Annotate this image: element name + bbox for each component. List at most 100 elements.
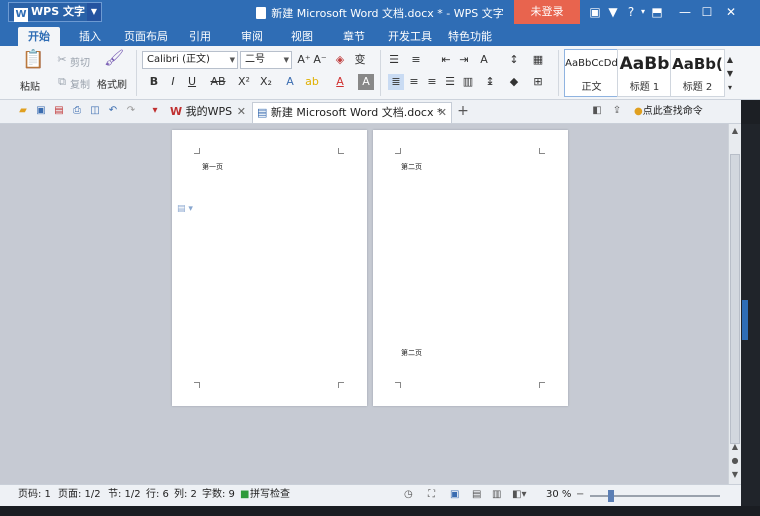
font-size-select[interactable]: 二号 ▼ bbox=[240, 51, 292, 69]
text-effect-icon[interactable]: A bbox=[282, 74, 298, 90]
underline-button[interactable]: U bbox=[184, 74, 200, 90]
copy-button[interactable]: 复制 bbox=[70, 76, 90, 91]
format-painter-button[interactable]: 格式刷 bbox=[97, 76, 127, 91]
status-word-count[interactable]: 字数: 9 bbox=[202, 485, 235, 505]
web-view-icon[interactable]: ▥ bbox=[492, 485, 501, 505]
margin-mark bbox=[338, 382, 344, 388]
shirt-icon[interactable]: ▼ bbox=[604, 3, 622, 21]
vertical-scrollbar[interactable]: ▲ ▲ ● ▼ bbox=[728, 124, 741, 484]
distribute-icon[interactable]: ▥ bbox=[460, 74, 476, 90]
subscript-button[interactable]: X₂ bbox=[256, 74, 276, 90]
font-color-icon[interactable]: A bbox=[332, 74, 348, 90]
decrease-indent-icon[interactable]: ⇤ bbox=[438, 52, 454, 68]
undo-icon[interactable]: ↶ bbox=[106, 104, 120, 118]
export-pdf-icon[interactable]: ▤ bbox=[52, 104, 66, 118]
styles-more-icon[interactable]: ▾ bbox=[724, 80, 736, 96]
status-page-number[interactable]: 页码: 1 bbox=[18, 485, 51, 505]
paste-icon[interactable]: 📋 bbox=[22, 51, 44, 74]
full-screen-view-icon[interactable]: ⛶ bbox=[428, 485, 435, 505]
font-name-select[interactable]: Calibri (正文) ▼ bbox=[142, 51, 238, 69]
strikethrough-button[interactable]: AB bbox=[208, 74, 228, 90]
grow-font-icon[interactable]: A⁺ bbox=[296, 52, 312, 68]
highlight-icon[interactable]: ab bbox=[304, 74, 320, 90]
zoom-slider-handle[interactable] bbox=[608, 490, 614, 502]
ribbon-divider bbox=[136, 50, 137, 96]
tab-references[interactable]: 引用 bbox=[182, 27, 218, 46]
justify-icon[interactable]: ☰ bbox=[442, 74, 458, 90]
borders-icon[interactable]: ⊞ bbox=[530, 74, 546, 90]
login-button[interactable]: 未登录 bbox=[514, 0, 580, 24]
sort-icon[interactable]: ↕ bbox=[506, 52, 522, 68]
print-preview-icon[interactable]: ◫ bbox=[88, 104, 102, 118]
find-command-box[interactable]: ●点此查找命令 (Alt+Q) bbox=[630, 102, 742, 137]
print-icon[interactable]: ⎙ bbox=[70, 104, 84, 118]
chinese-layout-icon[interactable]: A bbox=[476, 52, 492, 68]
increase-indent-icon[interactable]: ⇥ bbox=[456, 52, 472, 68]
cut-icon[interactable]: ✂ bbox=[54, 52, 70, 68]
tab-developer[interactable]: 开发工具 bbox=[382, 27, 438, 46]
outline-view-icon[interactable]: ▤ bbox=[472, 485, 481, 505]
bookmark-icon[interactable]: ◧ bbox=[590, 104, 604, 118]
scroll-up-icon[interactable]: ▲ bbox=[730, 126, 740, 136]
align-center-icon[interactable]: ≡ bbox=[406, 74, 422, 90]
shading-icon[interactable]: ◆ bbox=[506, 74, 522, 90]
copy-icon[interactable]: ⧉ bbox=[54, 74, 70, 90]
new-tab-button[interactable]: + bbox=[456, 104, 470, 118]
line-spacing-icon[interactable]: ↨ bbox=[482, 74, 498, 90]
select-browse-icon[interactable]: ● bbox=[730, 456, 740, 466]
next-page-icon[interactable]: ▼ bbox=[730, 470, 740, 480]
tab-home[interactable]: 开始 bbox=[18, 27, 60, 46]
tab-chapter[interactable]: 章节 bbox=[336, 27, 372, 46]
history-icon[interactable]: ◷ bbox=[404, 485, 413, 505]
cut-button[interactable]: 剪切 bbox=[70, 54, 90, 69]
prev-page-icon[interactable]: ▲ bbox=[730, 442, 740, 452]
redo-icon[interactable]: ↷ bbox=[124, 104, 138, 118]
minimize-icon[interactable]: — bbox=[676, 3, 694, 21]
align-right-icon[interactable]: ≡ bbox=[424, 74, 440, 90]
reading-view-icon[interactable]: ◧▾ bbox=[512, 485, 526, 505]
document-page-1[interactable]: 第一页 ▤ ▾ bbox=[172, 130, 367, 406]
tab-review[interactable]: 审阅 bbox=[234, 27, 270, 46]
bold-button[interactable]: B bbox=[146, 74, 162, 90]
table-icon[interactable]: ▦ bbox=[530, 52, 546, 68]
close-tab-icon[interactable]: ✕ bbox=[237, 102, 246, 122]
style-normal[interactable]: AaBbCcDd 正文 bbox=[564, 49, 619, 97]
close-tab-icon[interactable]: ✕ bbox=[438, 103, 447, 123]
fullscreen-icon[interactable]: ⬒ bbox=[648, 3, 666, 21]
side-panel-handle[interactable] bbox=[742, 300, 748, 340]
zoom-level[interactable]: 30 % bbox=[546, 485, 571, 505]
bullet-list-icon[interactable]: ☰ bbox=[386, 52, 402, 68]
format-painter-icon[interactable]: 🖌 bbox=[104, 50, 124, 70]
scrollbar-thumb[interactable] bbox=[730, 154, 740, 444]
char-shading-icon[interactable]: A bbox=[358, 74, 374, 90]
maximize-icon[interactable]: ☐ bbox=[698, 3, 716, 21]
shrink-font-icon[interactable]: A⁻ bbox=[312, 52, 328, 68]
paste-options-icon[interactable]: ▤ ▾ bbox=[177, 204, 193, 214]
spellcheck-toggle[interactable]: 拼写检查 bbox=[250, 485, 290, 505]
italic-button[interactable]: I bbox=[165, 74, 181, 90]
open-folder-icon[interactable]: ▰ bbox=[16, 104, 30, 118]
page-view-icon[interactable]: ▣ bbox=[450, 485, 459, 505]
document-icon bbox=[256, 7, 267, 19]
close-icon[interactable]: ✕ bbox=[722, 3, 740, 21]
tab-page-layout[interactable]: 页面布局 bbox=[118, 27, 174, 46]
share-icon[interactable]: ⇪ bbox=[610, 104, 624, 118]
clear-format-icon[interactable]: ◈ bbox=[332, 52, 348, 68]
skin-icon[interactable]: ▣ bbox=[586, 3, 604, 21]
save-icon[interactable]: ▣ bbox=[34, 104, 48, 118]
tab-view[interactable]: 视图 bbox=[284, 27, 320, 46]
superscript-button[interactable]: X² bbox=[234, 74, 254, 90]
style-heading-2[interactable]: AaBb(标题 2 bbox=[670, 49, 725, 97]
numbered-list-icon[interactable]: ≡ bbox=[408, 52, 424, 68]
tab-my-wps[interactable]: W 我的WPS ✕ bbox=[166, 102, 250, 123]
phonetic-icon[interactable]: 变 bbox=[352, 52, 368, 68]
style-heading-1[interactable]: AaBb 标题 1 bbox=[617, 49, 672, 97]
paste-button[interactable]: 粘贴 bbox=[20, 78, 40, 93]
zoom-out-icon[interactable]: − bbox=[576, 485, 584, 505]
document-page-2[interactable]: 第二页 第二页 bbox=[373, 130, 568, 406]
tab-special-features[interactable]: 特色功能 bbox=[442, 27, 498, 46]
tab-active-document[interactable]: ▤ 新建 Microsoft Word 文档.docx * ✕ bbox=[252, 102, 452, 123]
align-left-icon[interactable]: ≣ bbox=[388, 74, 404, 90]
tab-insert[interactable]: 插入 bbox=[70, 27, 110, 46]
customize-icon[interactable]: ▾ bbox=[148, 104, 162, 118]
